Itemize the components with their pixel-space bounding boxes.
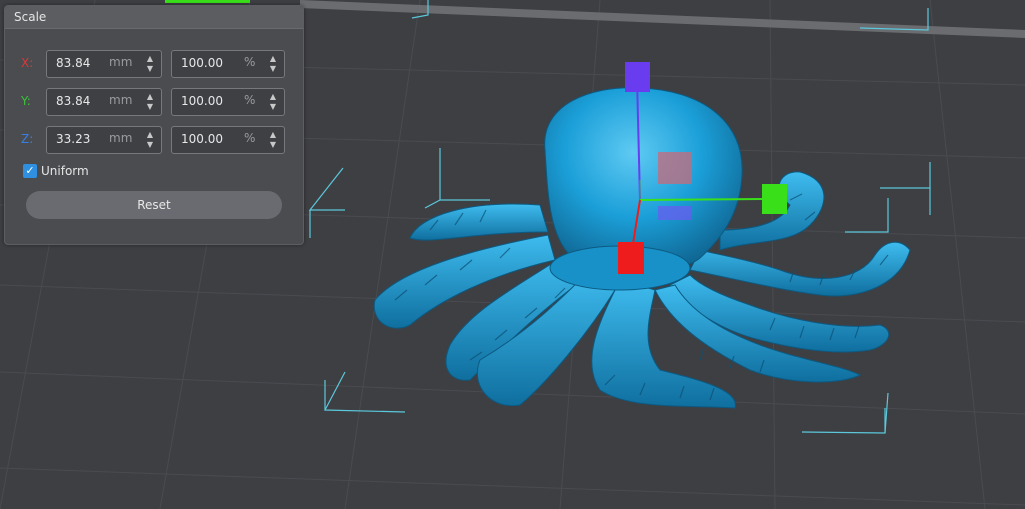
y-percent-spinner[interactable]: ▲ ▼ (268, 92, 278, 112)
x-scale-row: X: 83.84 mm ▲ ▼ 100.00 % ▲ ▼ (5, 50, 303, 78)
z-scale-handle[interactable] (625, 62, 650, 92)
scale-panel: Scale X: 83.84 mm ▲ ▼ 100.00 % ▲ ▼ Y: 83.8… (4, 5, 304, 245)
z-axis-label: Z: (21, 132, 34, 146)
offscreen-handle-fragment (165, 0, 250, 3)
uniform-scale-handle[interactable] (658, 152, 692, 184)
spin-up-icon[interactable]: ▲ (268, 54, 278, 64)
spin-down-icon[interactable]: ▼ (145, 64, 155, 74)
spin-up-icon[interactable]: ▲ (145, 92, 155, 102)
x-size-spinner[interactable]: ▲ ▼ (145, 54, 155, 74)
x-percent-input[interactable]: 100.00 % ▲ ▼ (171, 50, 285, 78)
y-scale-row: Y: 83.84 mm ▲ ▼ 100.00 % ▲ ▼ (5, 88, 303, 116)
x-size-unit: mm (109, 55, 133, 69)
panel-title: Scale (5, 6, 303, 29)
y-size-spinner[interactable]: ▲ ▼ (145, 92, 155, 112)
z-percent-input[interactable]: 100.00 % ▲ ▼ (171, 126, 285, 154)
x-axis-label: X: (21, 56, 34, 70)
spin-down-icon[interactable]: ▼ (268, 102, 278, 112)
x-size-input[interactable]: 83.84 mm ▲ ▼ (46, 50, 162, 78)
plane-handle[interactable] (658, 206, 692, 220)
y-size-input[interactable]: 83.84 mm ▲ ▼ (46, 88, 162, 116)
x-scale-handle[interactable] (618, 242, 644, 274)
spin-down-icon[interactable]: ▼ (268, 140, 278, 150)
y-axis-label: Y: (21, 94, 31, 108)
spin-down-icon[interactable]: ▼ (145, 140, 155, 150)
x-percent-spinner[interactable]: ▲ ▼ (268, 54, 278, 74)
spin-down-icon[interactable]: ▼ (145, 102, 155, 112)
spin-down-icon[interactable]: ▼ (268, 64, 278, 74)
y-size-value: 83.84 (56, 94, 91, 108)
reset-button[interactable]: Reset (26, 191, 282, 219)
x-size-value: 83.84 (56, 56, 91, 70)
y-percent-value: 100.00 (181, 94, 223, 108)
x-percent-value: 100.00 (181, 56, 223, 70)
spin-up-icon[interactable]: ▲ (268, 130, 278, 140)
uniform-label: Uniform (41, 164, 89, 178)
y-size-unit: mm (109, 93, 133, 107)
spin-up-icon[interactable]: ▲ (145, 130, 155, 140)
z-scale-row: Z: 33.23 mm ▲ ▼ 100.00 % ▲ ▼ (5, 126, 303, 154)
z-size-input[interactable]: 33.23 mm ▲ ▼ (46, 126, 162, 154)
x-percent-unit: % (244, 55, 256, 69)
z-size-unit: mm (109, 131, 133, 145)
y-scale-handle[interactable] (762, 184, 787, 214)
y-percent-unit: % (244, 93, 256, 107)
spin-up-icon[interactable]: ▲ (145, 54, 155, 64)
y-percent-input[interactable]: 100.00 % ▲ ▼ (171, 88, 285, 116)
z-percent-unit: % (244, 131, 256, 145)
checkmark-icon[interactable]: ✓ (23, 164, 37, 178)
z-percent-value: 100.00 (181, 132, 223, 146)
z-size-spinner[interactable]: ▲ ▼ (145, 130, 155, 150)
z-percent-spinner[interactable]: ▲ ▼ (268, 130, 278, 150)
z-size-value: 33.23 (56, 132, 91, 146)
spin-up-icon[interactable]: ▲ (268, 92, 278, 102)
